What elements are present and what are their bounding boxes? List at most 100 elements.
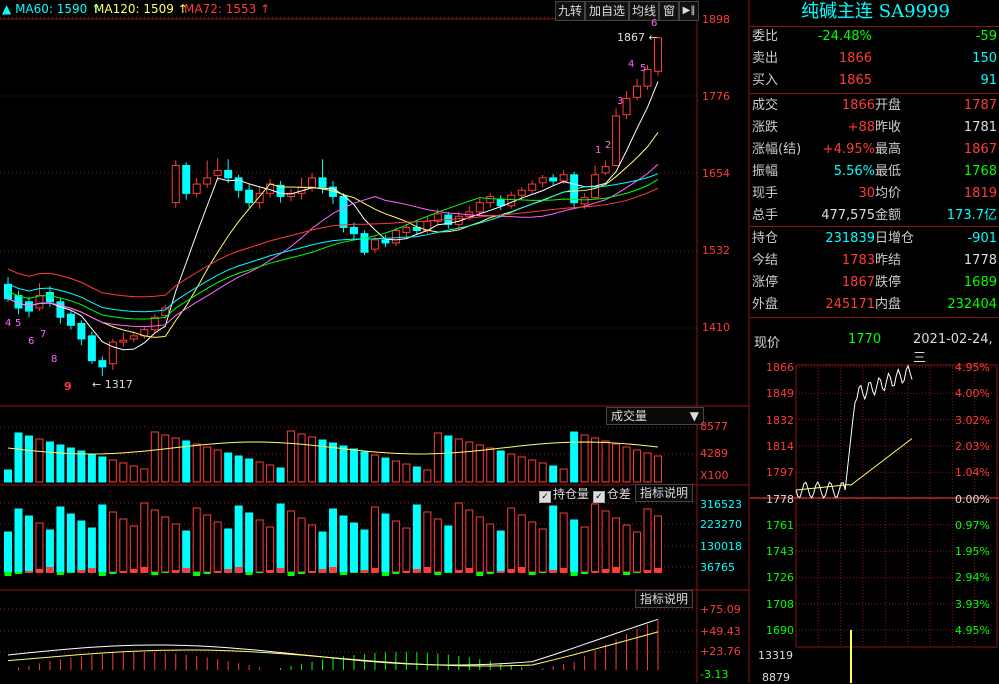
candle-body: [538, 177, 547, 184]
candle-body: [601, 166, 610, 174]
ma-line: [7, 187, 659, 298]
quote-label: 外盘: [752, 297, 779, 312]
oi-bar: [370, 506, 379, 573]
quote-label: 金额: [875, 208, 902, 223]
oi-bar: [601, 510, 610, 573]
oi-bar: [308, 524, 317, 573]
quote-value: 30: [858, 186, 875, 201]
volume-selector[interactable]: 成交量 ▼: [606, 407, 704, 425]
candle-body: [224, 169, 233, 179]
volume-bar: [329, 442, 337, 483]
volume-bar: [612, 443, 621, 483]
volume-axis-label: X100: [700, 469, 729, 482]
oi-diff-bar: [339, 572, 347, 575]
volume-bar: [297, 433, 306, 483]
price-axis-label: 1532: [702, 244, 730, 257]
candle-body: [213, 169, 222, 176]
volume-bar: [245, 458, 254, 483]
jiuzhuan-button[interactable]: 九转: [555, 1, 585, 21]
high-value: 1867: [617, 31, 645, 44]
volume-bar: [549, 465, 558, 483]
oi-bar: [570, 519, 579, 573]
candle-body: [56, 301, 65, 318]
volume-bar: [423, 469, 432, 483]
volume-bar: [150, 431, 159, 483]
panel-divider: [750, 317, 999, 318]
oi-bar: [192, 507, 201, 573]
oi-bar: [171, 523, 180, 573]
candle-body: [622, 98, 631, 116]
oi-diff-bar: [486, 572, 494, 574]
candle-body: [370, 239, 379, 250]
oi-diff-bar: [549, 570, 557, 573]
volume-bar: [45, 441, 54, 483]
indicator-axis-label: +49.43: [700, 625, 741, 638]
volume-bar: [234, 455, 243, 483]
ma-legend-item: ▲ MA60: 1590 ↑: [2, 2, 101, 16]
intraday-price-label: 1726: [766, 571, 794, 585]
oi-checkbox[interactable]: ✓ 持仓量: [539, 487, 589, 503]
ma-legend-label: MA60: 1590: [15, 2, 88, 16]
volume-bar: [192, 443, 201, 483]
price-axis-label: 1654: [702, 167, 730, 180]
oi-diff-bar: [644, 570, 652, 573]
candle-body: [633, 85, 642, 98]
volume-bar: [465, 441, 474, 483]
oi-bar: [150, 509, 159, 573]
intraday-pct-label: 0.00%: [955, 492, 990, 506]
quote-row: 今结 1783 昨结 1778: [752, 250, 997, 272]
intraday-price-label: 1866: [766, 361, 794, 374]
oi-bar: [475, 516, 484, 573]
quote-row: 振幅 5.56% 最低 1768: [752, 161, 997, 183]
oi-bar: [255, 519, 264, 573]
add-watchlist-button[interactable]: 加自选: [585, 1, 629, 21]
ma-legend-item: MA120: 1509 ↑: [94, 2, 188, 16]
oi-diff-bar: [88, 568, 96, 573]
volume-bar: [308, 436, 317, 483]
candle-body: [402, 226, 411, 233]
check-icon: ✓: [539, 491, 551, 503]
oi-diff-bar: [245, 572, 253, 575]
oi-diff-bar: [654, 568, 662, 573]
oi-bar: [339, 515, 348, 573]
intraday-price-label: 1832: [766, 413, 794, 427]
indicator-help-button[interactable]: 指标说明: [635, 590, 694, 608]
volume-bar: [370, 454, 379, 483]
oi-bar: [538, 528, 547, 573]
candle-body: [517, 189, 526, 196]
oi-bar: [412, 504, 421, 573]
low-value: 1317: [104, 378, 133, 391]
quote-label: 均价: [875, 186, 902, 201]
high-annotation: 1867 ←: [617, 31, 658, 44]
intraday-price-label: 1761: [766, 518, 794, 532]
candle-body: [77, 322, 86, 340]
oi-diff-bar: [633, 572, 641, 573]
oi-bar: [486, 523, 495, 573]
oi-diff-checkbox[interactable]: ✓ 仓差: [592, 487, 631, 503]
oi-bar: [391, 520, 400, 573]
volume-bar: [507, 453, 516, 483]
intraday-pct-label: 3.02%: [955, 413, 990, 427]
window-button[interactable]: 窗: [659, 1, 679, 21]
oi-help-button[interactable]: 指标说明: [635, 484, 694, 502]
intraday-price-label: 1797: [766, 466, 794, 480]
oi-bar: [234, 505, 243, 573]
oi-bar: [507, 507, 516, 573]
oi-diff-bar: [161, 572, 169, 573]
volume-bar: [591, 437, 600, 483]
oi-diff-bar: [298, 572, 306, 574]
candle-body: [45, 291, 54, 303]
volume-bar: [119, 462, 128, 483]
volume-bar: [77, 450, 86, 483]
oi-axis-label: 130018: [700, 540, 742, 553]
oi-diff-bar: [140, 567, 148, 573]
volume-bar: [339, 445, 348, 483]
candle-body: [360, 233, 369, 253]
oi-diff-bar: [46, 567, 54, 573]
indicator-axis-label: +75.09: [700, 603, 741, 616]
oi-diff-bar: [539, 572, 547, 573]
toggle-panel-icon[interactable]: ▶‖: [679, 1, 699, 21]
intraday-pct-label: 4.95%: [955, 624, 990, 637]
intraday-price-label: 1849: [766, 387, 794, 401]
quote-label: 涨跌: [752, 120, 779, 135]
